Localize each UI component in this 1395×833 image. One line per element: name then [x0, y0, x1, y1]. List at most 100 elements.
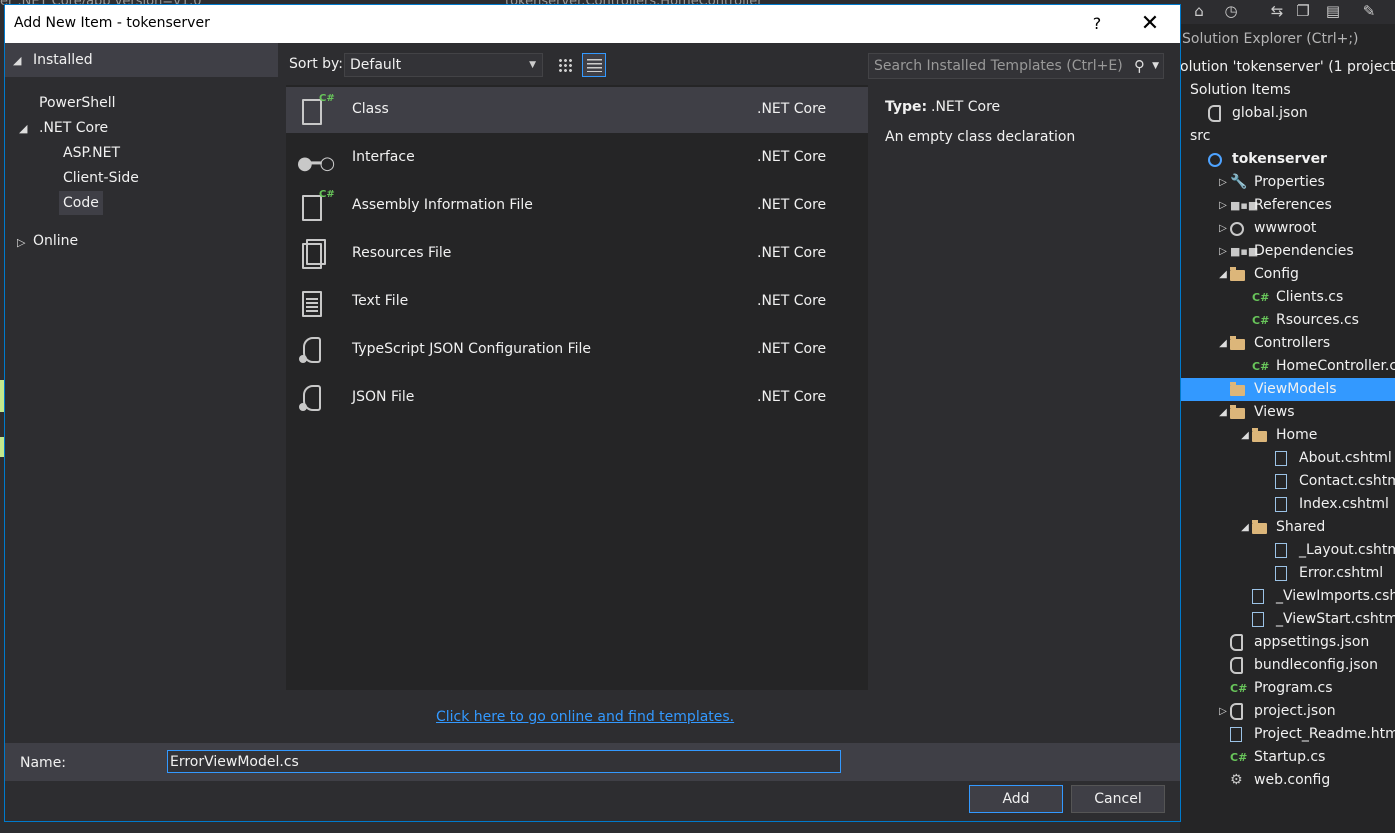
- solution-tree-item[interactable]: ◢ Config: [1180, 263, 1395, 286]
- solution-tree-item-label: Error.cshtml: [1299, 565, 1384, 581]
- template-type: .NET Core: [757, 245, 827, 261]
- references-icon: ■▪■: [1230, 245, 1259, 258]
- category-online[interactable]: Online: [33, 229, 78, 253]
- folder-icon: [1252, 428, 1267, 442]
- template-item[interactable]: TypeScript JSON Configuration File .NET C…: [286, 327, 868, 373]
- solution-tree-item[interactable]: C# Startup.cs: [1180, 746, 1395, 769]
- category-net-core[interactable]: .NET Core: [39, 116, 108, 140]
- collapsed-arrow-icon[interactable]: ▷: [1218, 194, 1228, 217]
- solution-tree-item[interactable]: Index.cshtml: [1180, 493, 1395, 516]
- expand-arrow-icon[interactable]: ◢: [1218, 263, 1228, 286]
- list-view-button[interactable]: [582, 53, 606, 77]
- text-lines: [306, 298, 318, 312]
- template-item[interactable]: C# Class .NET Core: [286, 87, 868, 133]
- category-pane: ◢ Installed PowerShell .NET Core ◢ ASP.NET C…: [5, 43, 278, 743]
- category-asp-net[interactable]: ASP.NET: [63, 141, 120, 165]
- solution-tree-item[interactable]: ◢ Home: [1180, 424, 1395, 447]
- collapsed-arrow-icon[interactable]: ▷: [17, 236, 25, 249]
- solution-tree-item[interactable]: ◢ Controllers: [1180, 332, 1395, 355]
- solution-tree-item-label: Startup.cs: [1254, 749, 1326, 765]
- csharp-file-icon: C#: [1230, 682, 1248, 695]
- expand-arrow-icon[interactable]: ◢: [1218, 401, 1228, 424]
- collapsed-arrow-icon[interactable]: ▷: [1218, 700, 1228, 723]
- solution-tree-item[interactable]: ▷ wwwroot: [1180, 217, 1395, 240]
- show-files-icon[interactable]: ▤: [1324, 2, 1342, 20]
- home-icon[interactable]: ⌂: [1190, 2, 1208, 20]
- installed-header[interactable]: ◢ Installed: [5, 43, 278, 77]
- sort-dropdown[interactable]: Default ▼: [344, 53, 543, 77]
- expand-arrow-icon[interactable]: ◢: [1240, 516, 1250, 539]
- expand-arrow-icon[interactable]: ◢: [1240, 424, 1250, 447]
- category-code[interactable]: Code: [59, 191, 103, 215]
- grid-view-button[interactable]: [553, 53, 577, 77]
- template-item[interactable]: C# Assembly Information File .NET Core: [286, 183, 868, 229]
- solution-tree-item-label: _ViewStart.cshtml: [1276, 611, 1395, 627]
- help-button[interactable]: ?: [1087, 14, 1107, 34]
- template-item[interactable]: Resources File .NET Core: [286, 231, 868, 277]
- solution-tree-item[interactable]: ▷ ■▪■ References: [1180, 194, 1395, 217]
- solution-tree-item[interactable]: ◢ Views: [1180, 401, 1395, 424]
- template-type: .NET Core: [757, 149, 827, 165]
- template-item[interactable]: Text File .NET Core: [286, 279, 868, 325]
- solution-tree-item-label: About.cshtml: [1299, 450, 1392, 466]
- category-powershell[interactable]: PowerShell: [39, 91, 115, 115]
- template-name: Resources File: [352, 245, 452, 261]
- solution-tree-item[interactable]: src: [1180, 125, 1395, 148]
- solution-tree-item[interactable]: _ViewStart.cshtml: [1180, 608, 1395, 631]
- expand-arrow-icon[interactable]: ◢: [1218, 332, 1228, 355]
- solution-tree-item[interactable]: ⚙ web.config: [1180, 769, 1395, 792]
- solution-explorer: Solution Explorer (Ctrl+;) olution 'toke…: [1180, 24, 1395, 833]
- collapsed-arrow-icon[interactable]: ▷: [1218, 171, 1228, 194]
- solution-tree-item-label: Clients.cs: [1276, 289, 1344, 305]
- solution-tree-item-label: Solution Items: [1190, 82, 1291, 98]
- json-file-icon: [297, 381, 331, 415]
- expand-arrow-icon[interactable]: ◢: [19, 122, 27, 135]
- collapse-icon[interactable]: ❐: [1294, 2, 1312, 20]
- assembly-info-icon: C#: [297, 189, 335, 223]
- wrench-icon[interactable]: ✎: [1360, 2, 1378, 20]
- solution-tree-item[interactable]: C# Rsources.cs: [1180, 309, 1395, 332]
- solution-tree-item[interactable]: C# Program.cs: [1180, 677, 1395, 700]
- add-button[interactable]: Add: [969, 785, 1063, 813]
- solution-tree-item[interactable]: ▷ 🔧 Properties: [1180, 171, 1395, 194]
- solution-tree-item-label: Index.cshtml: [1299, 496, 1389, 512]
- solution-tree-item[interactable]: _Layout.cshtml: [1180, 539, 1395, 562]
- solution-tree-item[interactable]: Project_Readme.html: [1180, 723, 1395, 746]
- search-icon[interactable]: ⚲: [1134, 54, 1145, 78]
- close-button[interactable]: ✕: [1136, 13, 1164, 35]
- solution-tree-item[interactable]: C# HomeController.cs: [1180, 355, 1395, 378]
- solution-tree-item[interactable]: tokenserver: [1180, 148, 1395, 171]
- solution-tree-item[interactable]: appsettings.json: [1180, 631, 1395, 654]
- solution-tree-item[interactable]: bundleconfig.json: [1180, 654, 1395, 677]
- history-icon[interactable]: ◷: [1222, 2, 1240, 20]
- template-item[interactable]: JSON File .NET Core: [286, 375, 868, 421]
- solution-tree-item[interactable]: ◢ Shared: [1180, 516, 1395, 539]
- template-item[interactable]: ●━○ Interface .NET Core: [286, 135, 868, 181]
- find-online-templates-link[interactable]: Click here to go online and find templat…: [436, 709, 734, 725]
- solution-tree-item[interactable]: Error.cshtml: [1180, 562, 1395, 585]
- name-label: Name:: [20, 755, 67, 771]
- template-type: .NET Core: [757, 341, 827, 357]
- solution-tree-item[interactable]: C# Clients.cs: [1180, 286, 1395, 309]
- csharp-badge: C#: [319, 189, 335, 200]
- collapsed-arrow-icon[interactable]: ▷: [1218, 217, 1228, 240]
- solution-tree-item[interactable]: Contact.cshtml: [1180, 470, 1395, 493]
- cancel-button[interactable]: Cancel: [1071, 785, 1165, 813]
- solution-tree-item[interactable]: ViewModels: [1180, 378, 1395, 401]
- folder-icon: [1230, 405, 1245, 419]
- solution-tree-item[interactable]: global.json: [1180, 102, 1395, 125]
- solution-tree-item[interactable]: About.cshtml: [1180, 447, 1395, 470]
- sync-icon[interactable]: ⇆: [1268, 2, 1286, 20]
- solution-tree-item[interactable]: Solution Items: [1180, 79, 1395, 102]
- chevron-down-icon[interactable]: ▼: [1152, 54, 1159, 78]
- name-input[interactable]: [167, 750, 841, 773]
- solution-explorer-search[interactable]: Solution Explorer (Ctrl+;): [1180, 28, 1395, 50]
- template-search-input[interactable]: Search Installed Templates (Ctrl+E) ⚲ ▼: [868, 53, 1164, 79]
- solution-tree-item[interactable]: olution 'tokenserver' (1 project): [1180, 56, 1395, 79]
- solution-tree-item-label: bundleconfig.json: [1254, 657, 1378, 673]
- solution-tree-item[interactable]: _ViewImports.cshtml: [1180, 585, 1395, 608]
- solution-tree-item[interactable]: ▷ ■▪■ Dependencies: [1180, 240, 1395, 263]
- solution-tree-item[interactable]: ▷ project.json: [1180, 700, 1395, 723]
- collapsed-arrow-icon[interactable]: ▷: [1218, 240, 1228, 263]
- category-client-side[interactable]: Client-Side: [63, 166, 139, 190]
